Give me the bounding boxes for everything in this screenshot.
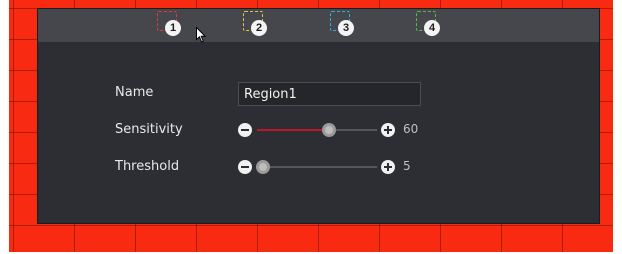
region-settings-panel: 1 2 3 4 Name Sensitivity (37, 8, 600, 224)
threshold-increment-button[interactable] (381, 160, 395, 174)
threshold-value: 5 (403, 159, 411, 173)
threshold-label: Threshold (115, 159, 180, 174)
sensitivity-thumb[interactable] (322, 123, 336, 137)
region-tab-3[interactable]: 3 (330, 11, 356, 37)
sensitivity-decrement-button[interactable] (238, 123, 252, 137)
sensitivity-track[interactable] (257, 123, 377, 137)
sensitivity-value: 60 (403, 122, 419, 136)
threshold-decrement-button[interactable] (238, 160, 252, 174)
threshold-thumb[interactable] (256, 160, 270, 174)
plus-circle-icon (387, 126, 389, 134)
region-tab-2[interactable]: 2 (243, 11, 269, 37)
region-3-number: 3 (338, 20, 354, 36)
region-1-number: 1 (165, 20, 181, 36)
region-2-number: 2 (251, 20, 267, 36)
region-tab-4[interactable]: 4 (416, 11, 442, 37)
sensitivity-label: Sensitivity (115, 122, 183, 137)
region-name-input[interactable] (238, 82, 421, 106)
threshold-track[interactable] (256, 160, 377, 174)
sensitivity-track-fill (257, 129, 329, 131)
sensitivity-increment-button[interactable] (381, 123, 395, 137)
threshold-slider: 5 (238, 159, 428, 176)
sensitivity-slider: 60 (238, 122, 428, 139)
region-4-number: 4 (424, 20, 440, 36)
minus-circle-icon (241, 166, 249, 168)
motion-region-setup: 1 2 3 4 Name Sensitivity (0, 0, 622, 254)
name-label: Name (115, 85, 154, 100)
minus-circle-icon (241, 129, 249, 131)
region-tab-1[interactable]: 1 (157, 11, 183, 37)
region-selector-bar: 1 2 3 4 (38, 9, 599, 42)
plus-circle-icon (387, 163, 389, 171)
